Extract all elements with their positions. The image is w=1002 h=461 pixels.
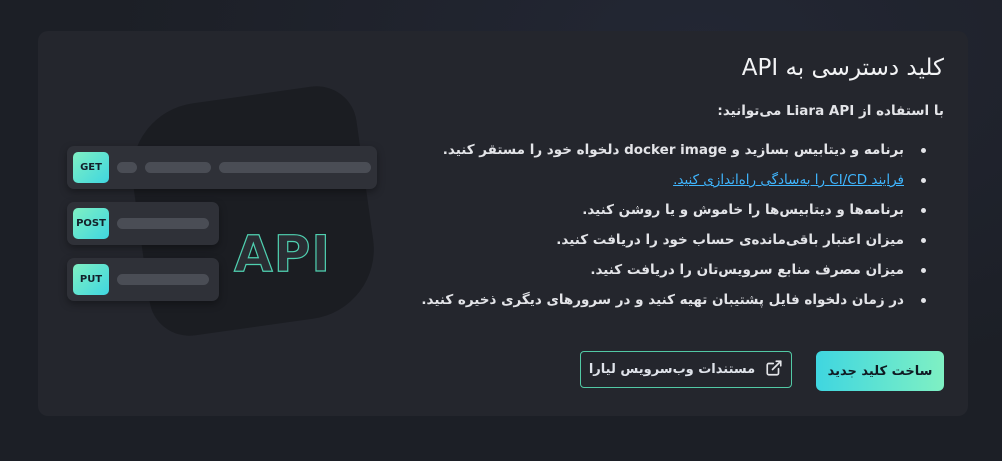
feature-item: برنامه و دیتابیس بسازید و docker image د… xyxy=(384,135,944,165)
placeholder-bar xyxy=(117,162,137,173)
request-post: POST xyxy=(67,202,219,245)
api-docs-button[interactable]: مستندات وب‌سرویس لیارا xyxy=(580,351,792,388)
feature-item: میزان مصرف منابع سرویس‌تان را دریافت کنی… xyxy=(384,255,944,285)
feature-item: برنامه‌ها و دیتابیس‌ها را خاموش و یا روش… xyxy=(384,195,944,225)
api-word: API xyxy=(233,224,331,283)
placeholder-bar xyxy=(145,162,211,173)
card-content: کلید دسترسی به API با استفاده از Liara A… xyxy=(384,31,944,315)
card-actions: ساخت کلید جدید مستندات وب‌سرویس لیارا xyxy=(580,351,944,391)
create-key-button[interactable]: ساخت کلید جدید xyxy=(816,351,944,391)
request-get: GET xyxy=(67,146,377,189)
placeholder-bar xyxy=(219,162,371,173)
feature-item: در زمان دلخواه فایل پشتیبان تهیه کنید و … xyxy=(384,285,944,315)
feature-list: برنامه و دیتابیس بسازید و docker image د… xyxy=(384,135,944,315)
feature-item: فرایند CI/CD را به‌سادگی راه‌اندازی کنید… xyxy=(384,165,944,195)
api-key-card: API GET POST PUT کلید دسترسی به API با ا… xyxy=(38,31,968,416)
placeholder-bar xyxy=(117,218,209,229)
api-docs-label: مستندات وب‌سرویس لیارا xyxy=(588,362,756,377)
request-put: PUT xyxy=(67,258,219,301)
feature-item: میزان اعتبار باقی‌مانده‌ی حساب خود را در… xyxy=(384,225,944,255)
external-link-icon xyxy=(765,359,783,381)
placeholder-bar xyxy=(117,274,209,285)
cicd-link[interactable]: فرایند CI/CD را به‌سادگی راه‌اندازی کنید… xyxy=(673,172,904,188)
api-illustration: API GET POST PUT xyxy=(38,31,418,416)
method-badge-post: POST xyxy=(73,208,109,239)
method-badge-put: PUT xyxy=(73,264,109,295)
create-key-label: ساخت کلید جدید xyxy=(827,363,933,379)
method-badge-get: GET xyxy=(73,152,109,183)
card-title: کلید دسترسی به API xyxy=(741,55,944,81)
card-intro: با استفاده از Liara API می‌توانید: xyxy=(717,103,944,119)
